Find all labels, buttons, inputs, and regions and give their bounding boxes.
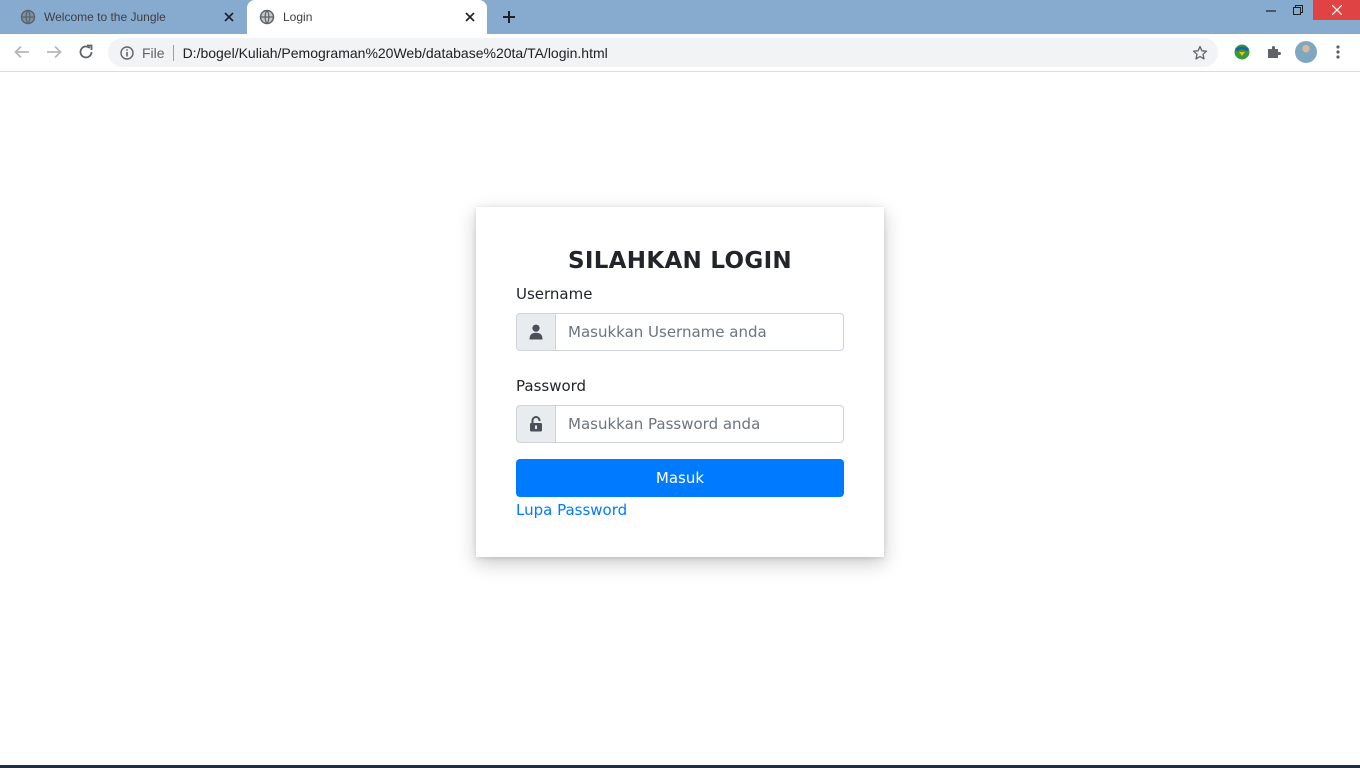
reload-icon[interactable] [74, 40, 98, 64]
password-input-group [516, 405, 844, 443]
tab-login[interactable]: Login [247, 0, 487, 34]
user-icon [516, 313, 556, 351]
address-bar[interactable]: File D:/bogel/Kuliah/Pemograman%20Web/da… [108, 38, 1218, 67]
address-divider [172, 44, 174, 61]
url-scheme-label: File [142, 44, 165, 61]
url-text[interactable]: D:/bogel/Kuliah/Pemograman%20Web/databas… [183, 45, 1190, 61]
bookmark-star-icon[interactable] [1190, 43, 1210, 63]
restore-icon[interactable] [1284, 0, 1312, 20]
tab-close-icon[interactable] [220, 8, 238, 26]
username-input[interactable] [556, 313, 844, 351]
window-close-icon[interactable] [1313, 0, 1360, 20]
extensions-puzzle-icon[interactable] [1264, 42, 1284, 62]
forgot-password-link[interactable]: Lupa Password [516, 501, 844, 519]
tab-title: Login [283, 10, 313, 24]
login-heading: SILAHKAN LOGIN [568, 248, 792, 274]
password-input[interactable] [556, 405, 844, 443]
password-label: Password [516, 377, 587, 395]
tab-welcome[interactable]: Welcome to the Jungle [8, 0, 246, 34]
new-tab-plus-icon[interactable] [498, 6, 520, 28]
tab-close-icon[interactable] [461, 8, 479, 26]
browser-toolbar: File D:/bogel/Kuliah/Pemograman%20Web/da… [0, 34, 1360, 72]
profile-avatar[interactable] [1295, 41, 1317, 63]
more-menu-icon[interactable] [1328, 42, 1348, 62]
globe-icon [20, 9, 36, 25]
back-arrow-icon[interactable] [10, 40, 34, 64]
login-card: SILAHKAN LOGIN Username Password Masuk L… [476, 207, 884, 557]
info-icon[interactable] [118, 44, 136, 62]
tab-strip: Welcome to the Jungle Login [0, 0, 1360, 34]
download-manager-extension-icon[interactable] [1232, 42, 1252, 62]
login-submit-button[interactable]: Masuk [516, 459, 844, 497]
username-input-group [516, 313, 844, 351]
forward-arrow-icon[interactable] [42, 40, 66, 64]
username-label: Username [516, 285, 593, 303]
globe-icon [259, 9, 275, 25]
minimize-icon[interactable] [1258, 0, 1284, 20]
unlock-icon [516, 405, 556, 443]
tab-title: Welcome to the Jungle [44, 10, 166, 24]
